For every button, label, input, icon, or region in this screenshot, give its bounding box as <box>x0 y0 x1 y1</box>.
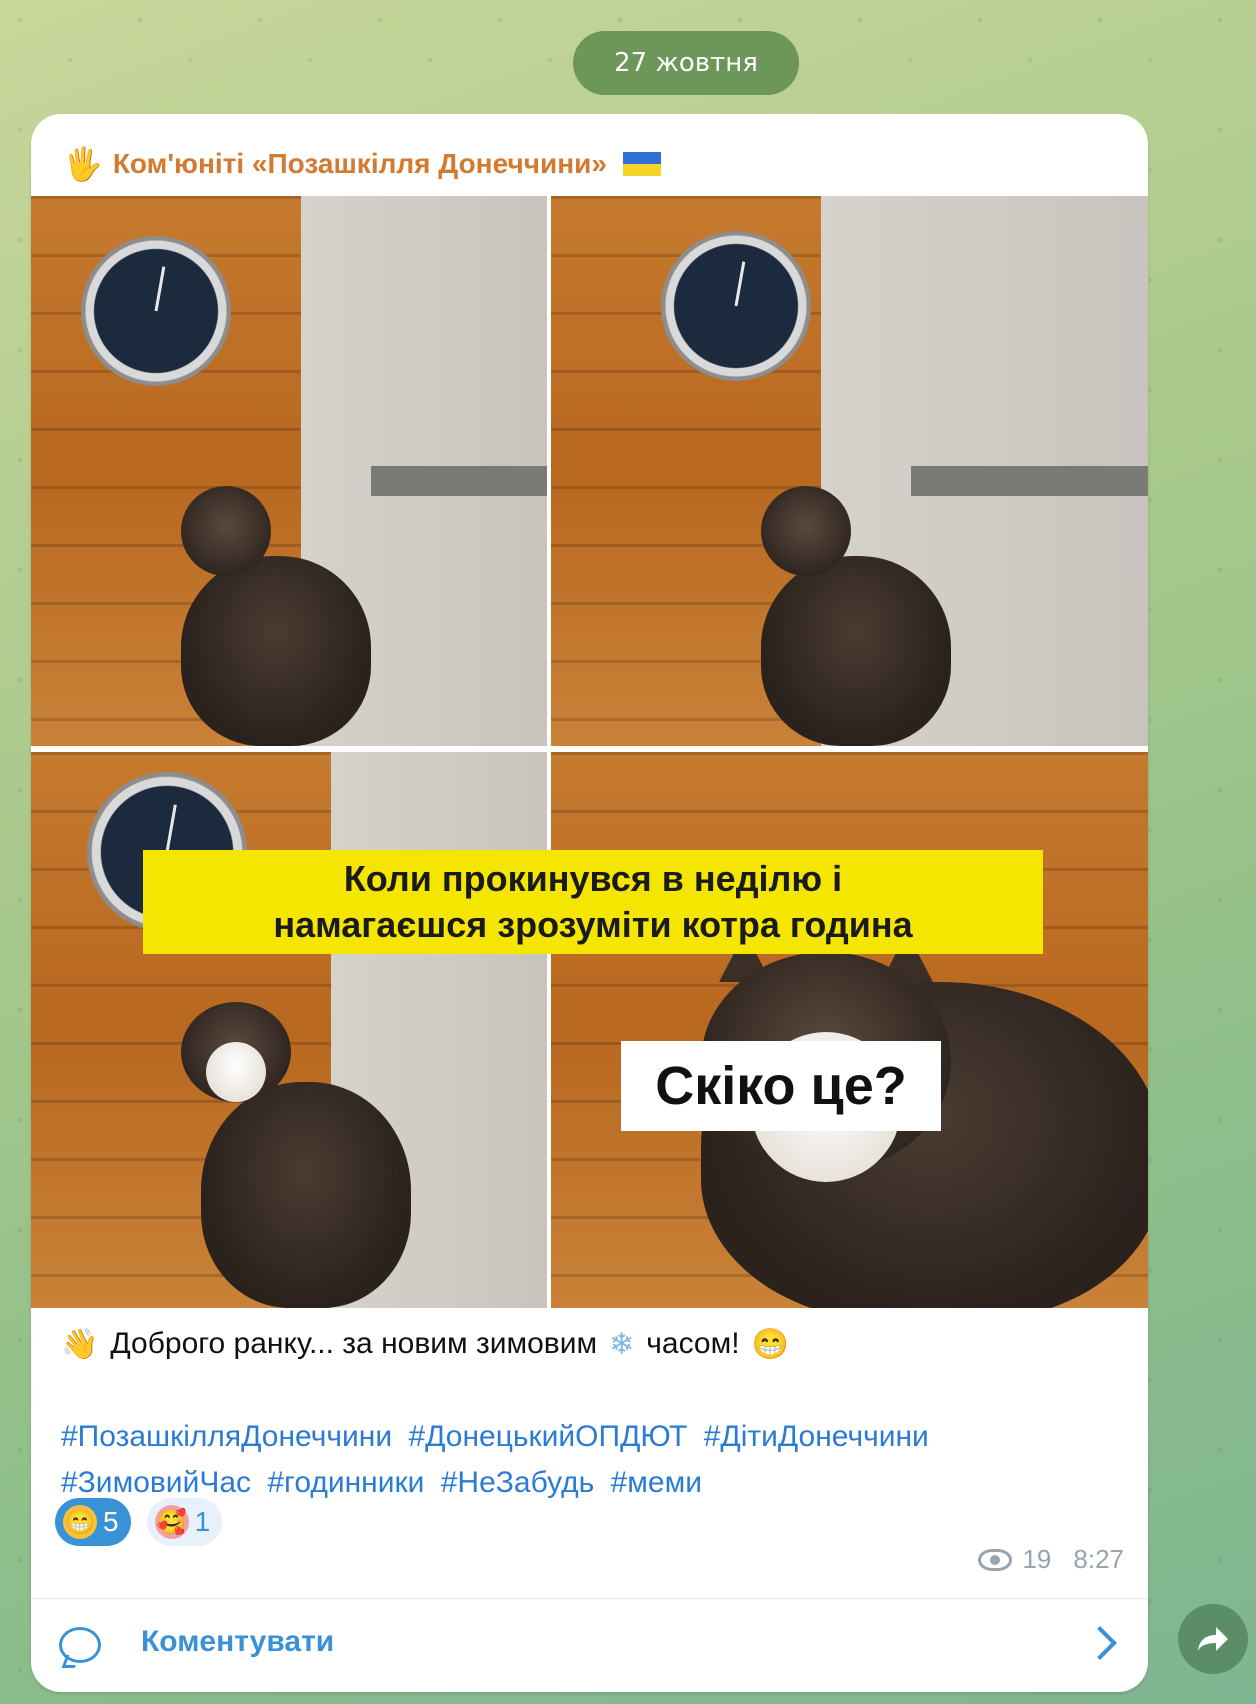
reaction-hearts[interactable]: 🥰 1 <box>146 1498 223 1546</box>
hashtag-link[interactable]: #ЗимовийЧас <box>61 1466 251 1499</box>
meme-panel-bottom-right <box>551 752 1148 1308</box>
meme-panel-top-right <box>551 196 1148 746</box>
meme-question: Скіко це? <box>621 1041 941 1131</box>
message-time: 8:27 <box>1073 1544 1124 1574</box>
comment-label: Коментувати <box>141 1625 335 1658</box>
message-bubble: 🖐 Ком'юніті «Позашкілля Донеччини» Коли … <box>31 114 1148 1692</box>
meme-caption: Коли прокинувся в неділю і намагаєшся зр… <box>143 850 1043 954</box>
grinning-face-icon: 😁 <box>63 1505 97 1539</box>
waving-hand-icon: 👋 <box>61 1327 99 1361</box>
ukraine-flag-icon <box>622 152 661 176</box>
sender-name[interactable]: 🖐 Ком'юніті «Позашкілля Донеччини» <box>63 144 661 184</box>
forward-button[interactable] <box>1178 1604 1248 1674</box>
hashtag-list: #ПозашкілляДонеччини #ДонецькийОПДЮТ #Ді… <box>61 1414 1121 1506</box>
message-text: 👋 Доброго ранку... за новим зимовим ❄ ча… <box>61 1314 1121 1506</box>
forward-arrow-icon <box>1198 1627 1228 1651</box>
view-count: 19 <box>1022 1544 1052 1574</box>
meme-panel-bottom-left <box>31 752 547 1308</box>
hashtag-link[interactable]: #ДітиДонеччини <box>704 1420 929 1453</box>
smiling-face-with-hearts-icon: 🥰 <box>154 1505 189 1539</box>
comment-bubble-icon <box>59 1627 101 1663</box>
grinning-face-icon: 😁 <box>751 1327 789 1361</box>
views-eye-icon <box>978 1548 1013 1571</box>
message-meta: 19 8:27 <box>978 1544 1124 1575</box>
hashtag-link[interactable]: #ПозашкілляДонеччини <box>61 1420 392 1453</box>
meme-caption-line2: намагаєшся зрозуміти котра година <box>273 904 913 945</box>
chevron-right-icon <box>1083 1626 1117 1660</box>
reactions-bar: 😁 5 🥰 1 <box>55 1498 223 1546</box>
greeting-text-end: часом! <box>646 1327 740 1360</box>
reaction-count: 5 <box>103 1506 119 1537</box>
hashtag-link[interactable]: #НеЗабудь <box>441 1466 595 1499</box>
snowflake-icon: ❄ <box>609 1327 635 1361</box>
meme-caption-line1: Коли прокинувся в неділю і <box>343 858 843 899</box>
meme-panel-top-left <box>31 196 547 746</box>
meme-image[interactable]: Коли прокинувся в неділю і намагаєшся зр… <box>31 196 1148 1308</box>
hashtag-link[interactable]: #годинники <box>267 1466 424 1499</box>
greeting-text-start: Доброго ранку... за новим зимовим <box>110 1327 598 1360</box>
hashtag-link[interactable]: #меми <box>611 1466 702 1499</box>
date-separator: 27 жовтня <box>573 31 799 95</box>
hashtag-link[interactable]: #ДонецькийОПДЮТ <box>408 1420 687 1453</box>
wall-clock-icon <box>81 236 231 386</box>
reaction-count: 1 <box>194 1506 211 1537</box>
wall-clock-icon <box>661 231 811 381</box>
comment-button[interactable]: Коментувати <box>31 1599 1148 1692</box>
greeting-line: 👋 Доброго ранку... за новим зимовим ❄ ча… <box>61 1314 1121 1374</box>
reaction-grinning[interactable]: 😁 5 <box>55 1498 131 1546</box>
raised-hand-icon: 🖐 <box>63 146 103 182</box>
sender-label: Ком'юніті «Позашкілля Донеччини» <box>112 148 607 179</box>
